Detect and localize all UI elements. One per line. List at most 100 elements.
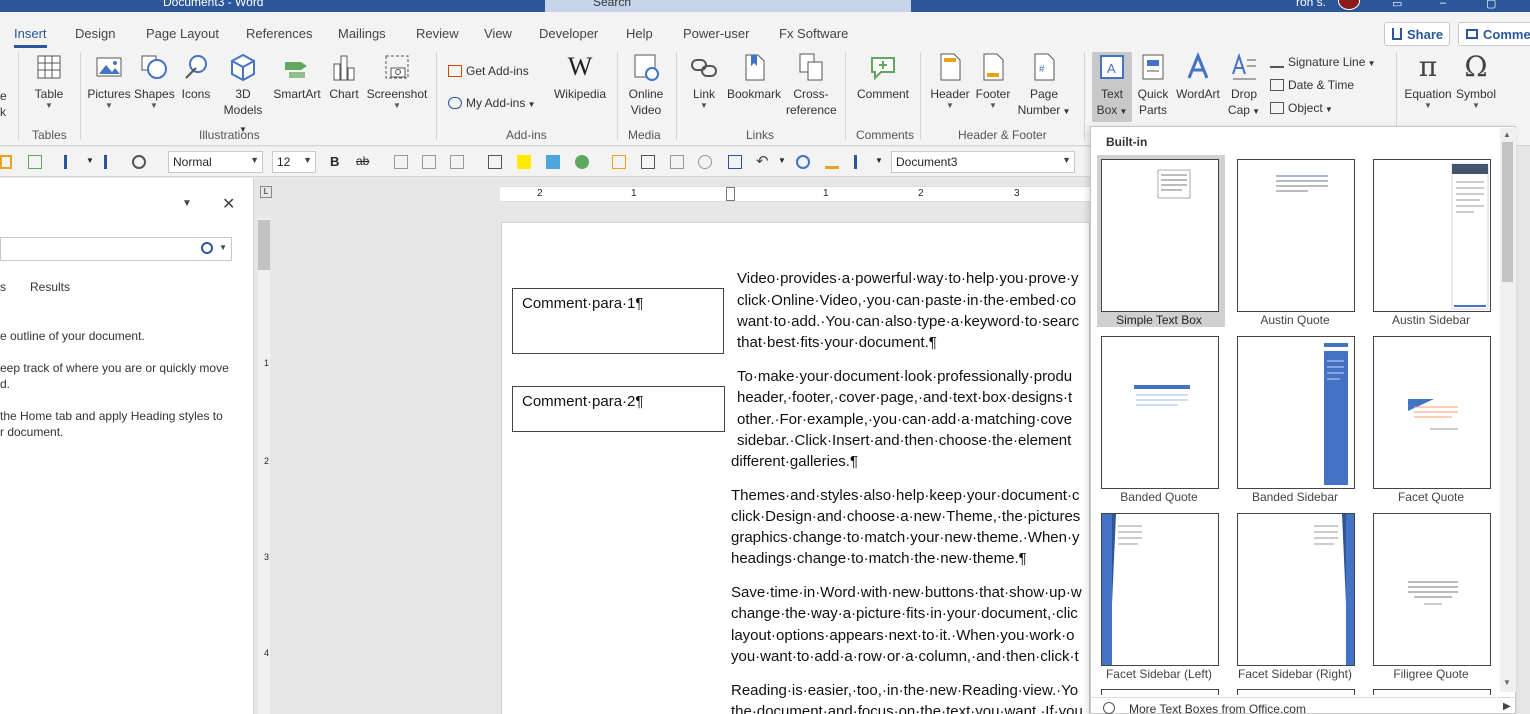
screenshot-button[interactable]: Screenshot ▼	[366, 52, 428, 110]
document-text-line[interactable]: graphics·change·to·match·your·new·theme.…	[731, 527, 1079, 548]
document-text-line[interactable]: header,·footer,·cover·page,·and·text·box…	[737, 387, 1072, 408]
shape-outline-icon[interactable]	[796, 155, 810, 169]
document-page[interactable]: Comment·para·1¶ Comment·para·2¶ Video·pr…	[501, 222, 1090, 714]
chart-button[interactable]: Chart	[326, 52, 362, 102]
document-text-line[interactable]: Themes·and·styles·also·help·keep·your·do…	[731, 485, 1079, 506]
bullet-list-icon[interactable]	[104, 155, 118, 169]
merge-icon[interactable]	[450, 155, 464, 169]
chevron-down-icon[interactable]: ▼	[875, 156, 883, 165]
document-text-line[interactable]: other.·For·example,·you·can·add·a·matchi…	[737, 409, 1072, 430]
tab-power-user[interactable]: Power-user	[683, 26, 749, 41]
chevron-down-icon[interactable]: ▼	[219, 243, 227, 252]
get-addins-button[interactable]: Get Add-ins	[448, 64, 529, 78]
document-text-line[interactable]: click·Design·and·choose·a·new·Theme,·the…	[731, 506, 1080, 527]
nav-tab-pages[interactable]: s	[0, 280, 6, 294]
bookmark-button[interactable]: Bookmark	[724, 52, 784, 102]
chevron-down-icon[interactable]: ▼	[778, 156, 786, 165]
wordart-button[interactable]: WordArt	[1174, 52, 1222, 102]
tab-page-layout[interactable]: Page Layout	[146, 26, 219, 41]
document-text-line[interactable]: To·make·your·document·look·professionall…	[737, 366, 1072, 387]
gallery-item-partial[interactable]	[1237, 689, 1355, 695]
bold-button[interactable]: B	[330, 154, 339, 169]
gallery-item-austin-quote[interactable]: Austin Quote	[1233, 155, 1361, 327]
ribbon-display-icon[interactable]: ▭	[1392, 0, 1402, 10]
table-button[interactable]: Table ▼	[32, 52, 66, 110]
yellow-fill-icon[interactable]	[517, 155, 531, 169]
tab-review[interactable]: Review	[416, 26, 459, 41]
document-text-line[interactable]: change·the·way·a·picture·fits·in·your·do…	[731, 603, 1078, 624]
document-text-line[interactable]: Save·time·in·Word·with·new·buttons·that·…	[731, 582, 1082, 603]
pictures-button[interactable]: Pictures ▼	[86, 52, 132, 110]
style-icon[interactable]	[28, 155, 42, 169]
navigation-search-input[interactable]: ▼	[0, 237, 232, 261]
tab-references[interactable]: References	[246, 26, 312, 41]
share-button[interactable]: Share	[1384, 22, 1450, 46]
gallery-item-partial[interactable]	[1101, 689, 1219, 695]
document-text-line[interactable]: different·galleries.¶	[731, 451, 858, 472]
footer-button[interactable]: Footer ▼	[972, 52, 1014, 110]
gallery-item-partial[interactable]	[1373, 689, 1491, 695]
document-text-line[interactable]: the·document·and·focus·on·the·text·you·w…	[731, 701, 1083, 714]
signature-line-button[interactable]: Signature Line ▼	[1270, 55, 1376, 69]
restore-icon[interactable]: ▢	[1486, 0, 1496, 10]
document-text-line[interactable]: click·Online·Video,·you·can·paste·in·the…	[737, 290, 1076, 311]
link-button[interactable]: Link ▼	[686, 52, 722, 110]
wikipedia-button[interactable]: W Wikipedia	[552, 52, 608, 102]
avatar[interactable]	[1338, 0, 1360, 10]
tab-developer[interactable]: Developer	[539, 26, 598, 41]
text-box-button[interactable]: A Text Box ▼	[1092, 52, 1132, 122]
font-size-combo[interactable]: 12 ▼	[272, 151, 316, 173]
numbered-list-icon[interactable]	[64, 155, 78, 169]
gallery-item-facet-sidebar-left[interactable]: Facet Sidebar (Left)	[1097, 509, 1225, 681]
partial-left-button[interactable]: e k	[0, 88, 7, 120]
more-text-boxes-button[interactable]: More Text Boxes from Office.com ▶	[1091, 697, 1517, 714]
crop-icon[interactable]	[670, 155, 684, 169]
document-text-line[interactable]: sidebar.·Click·Insert·and·then·choose·th…	[737, 430, 1071, 451]
gallery-item-banded-quote[interactable]: Banded Quote	[1097, 332, 1225, 504]
highlight-icon[interactable]	[0, 155, 12, 169]
header-button[interactable]: Header ▼	[928, 52, 972, 110]
document-text-line[interactable]: Video·provides·a·powerful·way·to·help·yo…	[737, 268, 1079, 289]
comment-icon[interactable]	[394, 155, 408, 169]
comment-text-box[interactable]: Comment·para·2¶	[512, 386, 725, 432]
3d-models-button[interactable]: 3D Models ▼	[220, 52, 266, 138]
comments-button[interactable]: Comme	[1458, 22, 1530, 46]
table-icon[interactable]	[422, 155, 436, 169]
document-combo[interactable]: Document3 ▼	[891, 151, 1075, 173]
paste-icon[interactable]	[612, 155, 626, 169]
nav-tab-results[interactable]: Results	[30, 280, 70, 294]
shapes-button[interactable]: Shapes ▼	[134, 52, 175, 110]
link-icon[interactable]	[698, 155, 712, 169]
gallery-item-austin-sidebar[interactable]: Austin Sidebar	[1369, 155, 1497, 327]
document-text-line[interactable]: layout·options·appears·next·to·it.·When·…	[731, 625, 1074, 646]
document-text-line[interactable]: headings·change·to·match·the·new·theme.¶	[731, 548, 1027, 569]
icons-button[interactable]: Icons	[178, 52, 214, 102]
tab-mailings[interactable]: Mailings	[338, 26, 386, 41]
scroll-up-icon[interactable]: ▲	[1503, 130, 1511, 139]
undo-icon[interactable]: ↶	[756, 152, 769, 170]
user-name[interactable]: ron s.	[1296, 0, 1326, 9]
list-icon[interactable]	[854, 155, 868, 169]
date-time-button[interactable]: Date & Time	[1270, 78, 1354, 92]
tab-selector[interactable]: L	[260, 186, 272, 198]
chevron-down-icon[interactable]: ▼	[86, 156, 94, 165]
gallery-item-facet-quote[interactable]: Facet Quote	[1369, 332, 1497, 504]
symbol-button[interactable]: Ω Symbol ▼	[1454, 52, 1498, 110]
blue-fill-icon[interactable]	[546, 155, 560, 169]
gallery-scrollbar[interactable]: ▲ ▼	[1500, 128, 1516, 692]
gallery-item-banded-sidebar[interactable]: Banded Sidebar	[1233, 332, 1361, 504]
check-icon[interactable]	[575, 155, 589, 169]
grid-icon[interactable]	[641, 155, 655, 169]
refresh-icon[interactable]	[132, 155, 146, 169]
horizontal-ruler[interactable]: 2 1 1 2 3	[500, 186, 1090, 202]
org-chart-icon[interactable]	[728, 155, 742, 169]
scroll-down-icon[interactable]: ▼	[1503, 678, 1511, 687]
drop-cap-button[interactable]: Drop Cap ▼	[1224, 52, 1264, 120]
document-text-line[interactable]: Reading·is·easier,·too,·in·the·new·Readi…	[731, 680, 1078, 701]
strikethrough-button[interactable]: ab	[356, 154, 369, 168]
tab-fx-software[interactable]: Fx Software	[779, 26, 848, 41]
indent-marker[interactable]	[726, 187, 735, 201]
object-button[interactable]: Object ▼	[1270, 101, 1333, 115]
my-addins-button[interactable]: My Add-ins ▼	[448, 96, 536, 110]
scrollbar-thumb[interactable]	[1502, 142, 1513, 282]
